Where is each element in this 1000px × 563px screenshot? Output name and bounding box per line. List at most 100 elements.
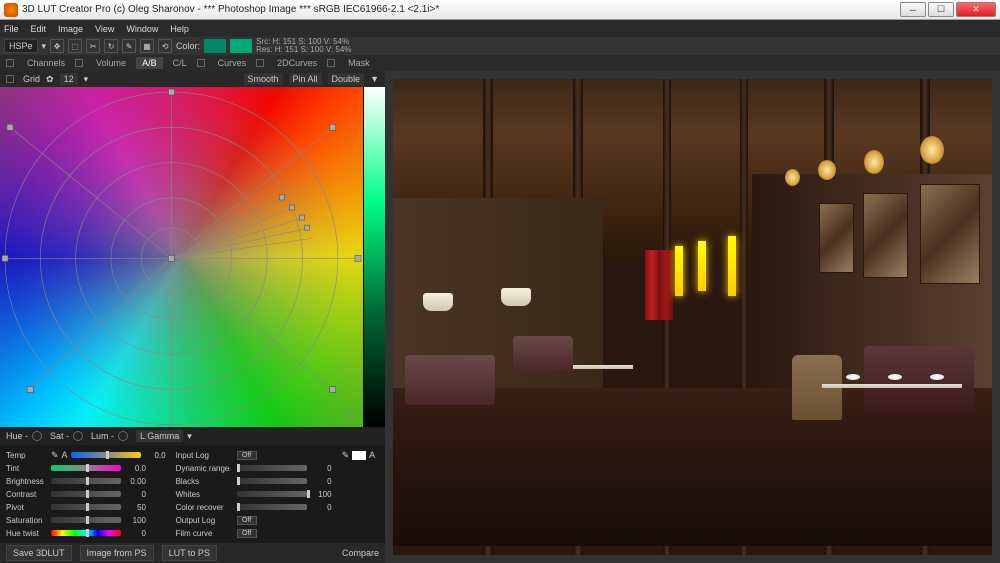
- compare-button[interactable]: Compare: [342, 548, 379, 558]
- color-grid-area[interactable]: ☾: [0, 87, 385, 427]
- param-toggle[interactable]: Off: [237, 516, 257, 525]
- channels-checkbox[interactable]: [6, 59, 14, 67]
- param-dynamic-range-label: Dynamic range: [176, 464, 234, 473]
- pin-icon[interactable]: ✎: [51, 450, 59, 461]
- lum-reset-icon[interactable]: [118, 431, 128, 441]
- pin-icon[interactable]: ✎: [342, 450, 350, 461]
- tab-curves[interactable]: Curves: [212, 57, 253, 69]
- param-tint-label: Tint: [6, 464, 48, 473]
- menu-view[interactable]: View: [95, 24, 114, 34]
- param-brightness-slider[interactable]: [51, 478, 121, 484]
- param-slider[interactable]: [237, 478, 307, 484]
- gear-icon[interactable]: ✿: [46, 74, 54, 85]
- color-swatch-2[interactable]: [230, 39, 252, 53]
- tab-mask[interactable]: Mask: [342, 57, 376, 69]
- minimize-button[interactable]: ─: [900, 2, 926, 17]
- image-from-ps-button[interactable]: Image from PS: [80, 545, 154, 561]
- param-whites-label: Whites: [176, 490, 234, 499]
- rotate-tool-icon[interactable]: ↻: [104, 39, 118, 53]
- param-pivot-label: Pivot: [6, 503, 48, 512]
- param-temp-value: 0.0: [144, 451, 166, 460]
- maximize-button[interactable]: ☐: [928, 2, 954, 17]
- param-toggle[interactable]: Off: [237, 529, 257, 538]
- param-hue twist-slider[interactable]: [51, 530, 121, 536]
- tab-cl[interactable]: C/L: [167, 57, 193, 69]
- menu-file[interactable]: File: [4, 24, 19, 34]
- image-preview[interactable]: [393, 79, 992, 555]
- dropdown-icon[interactable]: ▾: [42, 41, 47, 52]
- hsl-controls: Hue - Sat - Lum - L Gamma▾: [0, 427, 385, 445]
- color-wheel[interactable]: [0, 87, 363, 427]
- param-brightness-label: Brightness: [6, 477, 48, 486]
- crop-tool-icon[interactable]: ✂: [86, 39, 100, 53]
- param-contrast-slider[interactable]: [51, 491, 121, 497]
- param-contrast-label: Contrast: [6, 490, 48, 499]
- grid-toolbar: Grid ✿ 12 ▾ Smooth Pin All Double ▼: [0, 71, 385, 87]
- grid-size[interactable]: 12: [60, 73, 78, 85]
- lgamma-select[interactable]: L Gamma: [136, 430, 183, 442]
- app-icon: [4, 3, 18, 17]
- toolbar: HSPe ▾ ✥ ⬚ ✂ ↻ ✎ ▦ ⟲ Color: Src: H: 151 …: [0, 37, 1000, 55]
- grid-dropdown-icon[interactable]: ▾: [84, 74, 89, 85]
- pinall-button[interactable]: Pin All: [289, 73, 322, 85]
- luminance-bar[interactable]: [363, 87, 385, 427]
- tab-bar: Channels Volume A/B C/L Curves 2DCurves …: [0, 55, 1000, 71]
- param-toggle[interactable]: Off: [237, 451, 257, 460]
- param-pivot-slider[interactable]: [51, 504, 121, 510]
- param-temp-label: Temp: [6, 451, 48, 460]
- param-saturation-slider[interactable]: [51, 517, 121, 523]
- param-tint-slider[interactable]: [51, 465, 121, 471]
- menu-bar: File Edit Image View Window Help: [0, 20, 1000, 37]
- param-blacks-label: Blacks: [176, 477, 234, 486]
- param-hue twist-label: Hue twist: [6, 529, 48, 538]
- close-button[interactable]: ✕: [956, 2, 996, 17]
- tab-volume[interactable]: Volume: [90, 57, 132, 69]
- lgamma-dropdown-icon[interactable]: ▾: [187, 431, 192, 442]
- curves-checkbox[interactable]: [197, 59, 205, 67]
- param-saturation-value: 100: [124, 516, 146, 525]
- eyedrop-tool-icon[interactable]: ✎: [122, 39, 136, 53]
- volume-checkbox[interactable]: [75, 59, 83, 67]
- param-film-curve-label: Film curve: [176, 529, 234, 538]
- hue-label: Hue -: [6, 431, 28, 441]
- window-title: 3D LUT Creator Pro (c) Oleg Sharonov - *…: [22, 4, 900, 15]
- grid-tool-icon[interactable]: ▦: [140, 39, 154, 53]
- menu-help[interactable]: Help: [170, 24, 189, 34]
- options-dropdown-icon[interactable]: ▼: [370, 74, 379, 84]
- mask-checkbox[interactable]: [327, 59, 335, 67]
- lum-label: Lum -: [91, 431, 114, 441]
- param-slider[interactable]: [237, 491, 307, 497]
- param-slider[interactable]: [237, 465, 307, 471]
- param-input-log-label: Input Log: [176, 451, 234, 460]
- tab-2dcurves[interactable]: 2DCurves: [271, 57, 323, 69]
- param-tint-value: 0.0: [124, 464, 146, 473]
- moon-icon[interactable]: ☾: [348, 409, 359, 423]
- a-label: A: [369, 450, 375, 460]
- param-pivot-value: 50: [124, 503, 146, 512]
- double-button[interactable]: Double: [328, 73, 365, 85]
- mesh-overlay[interactable]: [0, 87, 363, 427]
- grid-label: Grid: [23, 74, 40, 84]
- save-3dlut-button[interactable]: Save 3DLUT: [6, 545, 72, 561]
- reset-tool-icon[interactable]: ⟲: [158, 39, 172, 53]
- menu-edit[interactable]: Edit: [31, 24, 47, 34]
- white-swatch[interactable]: [352, 451, 366, 460]
- left-panel: Grid ✿ 12 ▾ Smooth Pin All Double ▼: [0, 71, 385, 563]
- param-slider[interactable]: [237, 504, 307, 510]
- color-swatch-1[interactable]: [204, 39, 226, 53]
- smooth-button[interactable]: Smooth: [244, 73, 283, 85]
- color-label: Color:: [176, 41, 200, 51]
- param-temp-slider[interactable]: [71, 452, 141, 458]
- menu-image[interactable]: Image: [58, 24, 83, 34]
- sat-reset-icon[interactable]: [73, 431, 83, 441]
- curves2d-checkbox[interactable]: [256, 59, 264, 67]
- move-tool-icon[interactable]: ✥: [50, 39, 64, 53]
- select-tool-icon[interactable]: ⬚: [68, 39, 82, 53]
- grid-checkbox[interactable]: [6, 75, 14, 83]
- hue-reset-icon[interactable]: [32, 431, 42, 441]
- tab-channels[interactable]: Channels: [21, 57, 71, 69]
- menu-window[interactable]: Window: [126, 24, 158, 34]
- tab-ab[interactable]: A/B: [136, 57, 163, 69]
- lut-to-ps-button[interactable]: LUT to PS: [162, 545, 217, 561]
- mode-select[interactable]: HSPe: [4, 39, 38, 53]
